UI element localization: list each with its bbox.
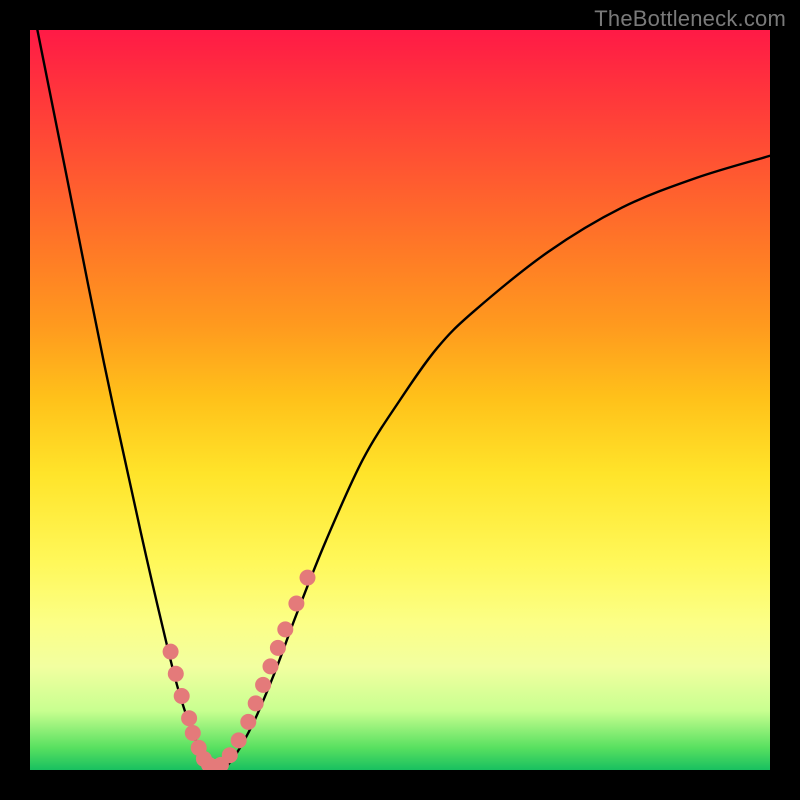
highlight-dot — [222, 747, 238, 763]
highlight-dot — [288, 596, 304, 612]
curve-layer — [30, 30, 770, 770]
highlight-dot — [248, 695, 264, 711]
highlight-dot — [263, 658, 279, 674]
plot-frame — [30, 30, 770, 770]
highlight-dots — [163, 570, 316, 770]
highlight-dot — [277, 621, 293, 637]
highlight-dot — [168, 666, 184, 682]
watermark-text: TheBottleneck.com — [594, 6, 786, 32]
bottleneck-curve — [37, 30, 770, 770]
highlight-dot — [163, 644, 179, 660]
highlight-dot — [300, 570, 316, 586]
highlight-dot — [185, 725, 201, 741]
highlight-dot — [240, 714, 256, 730]
highlight-dot — [270, 640, 286, 656]
highlight-dot — [231, 732, 247, 748]
highlight-dot — [181, 710, 197, 726]
highlight-dot — [255, 677, 271, 693]
highlight-dot — [174, 688, 190, 704]
